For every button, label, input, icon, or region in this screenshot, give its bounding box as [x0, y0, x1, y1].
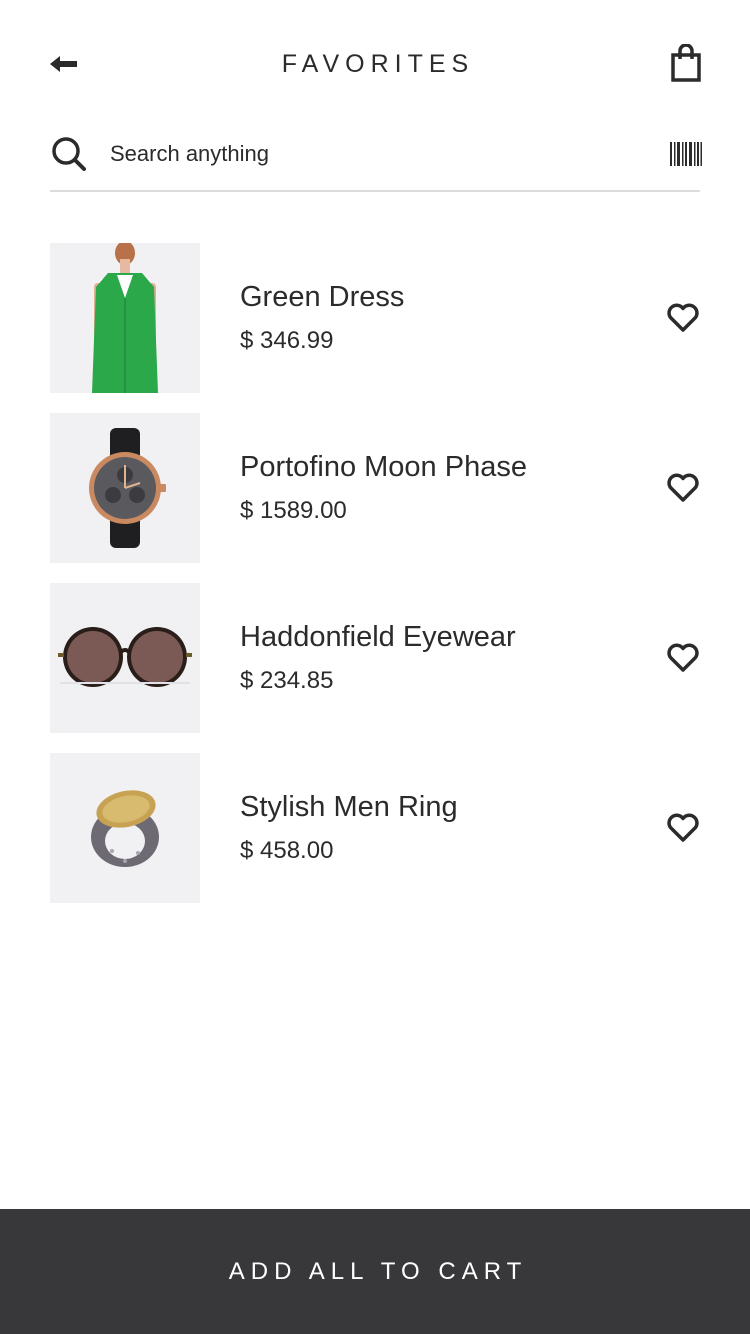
search-input[interactable] [110, 136, 650, 172]
shopping-bag-icon [671, 43, 701, 82]
search-bar [50, 130, 702, 192]
item-price: $ 1589.00 [240, 497, 347, 524]
barcode-icon[interactable] [670, 140, 702, 168]
green-dress-image[interactable] [50, 243, 200, 393]
page-title: FAVORITES [281, 50, 475, 78]
item-price: $ 458.00 [240, 837, 334, 864]
sunglasses-image[interactable] [50, 583, 200, 733]
ring-image[interactable] [50, 753, 200, 903]
add-all-to-cart-button[interactable]: ADD ALL TO CART [0, 1209, 750, 1334]
heart-icon [667, 813, 699, 842]
favorite-button[interactable] [666, 472, 700, 504]
watch-image[interactable] [50, 413, 200, 563]
item-name[interactable]: Haddonfield Eyewear [240, 621, 516, 654]
list-item[interactable]: Portofino Moon Phase $ 1589.00 [50, 413, 700, 563]
favorites-list: Green Dress $ 346.99 Portofino Moon Phas… [50, 243, 700, 923]
item-name[interactable]: Portofino Moon Phase [240, 451, 527, 484]
shopping-bag-button[interactable] [668, 43, 704, 84]
item-name[interactable]: Green Dress [240, 281, 404, 314]
list-item[interactable]: Green Dress $ 346.99 [50, 243, 700, 393]
list-item[interactable]: Haddonfield Eyewear $ 234.85 [50, 583, 700, 733]
favorites-screen: FAVORITES Search anything Green Dress $ … [0, 0, 750, 1334]
heart-icon [667, 643, 699, 672]
add-all-to-cart-label: ADD ALL TO CART [228, 1258, 528, 1285]
search-icon[interactable] [50, 135, 88, 173]
heart-icon [667, 303, 699, 332]
item-name[interactable]: Stylish Men Ring [240, 791, 458, 824]
favorite-button[interactable] [666, 812, 700, 844]
favorite-button[interactable] [666, 642, 700, 674]
heart-icon [667, 473, 699, 502]
item-price: $ 346.99 [240, 327, 334, 354]
header: FAVORITES [0, 0, 750, 130]
favorite-button[interactable] [666, 302, 700, 334]
list-item[interactable]: Stylish Men Ring $ 458.00 [50, 753, 700, 903]
item-price: $ 234.85 [240, 667, 334, 694]
